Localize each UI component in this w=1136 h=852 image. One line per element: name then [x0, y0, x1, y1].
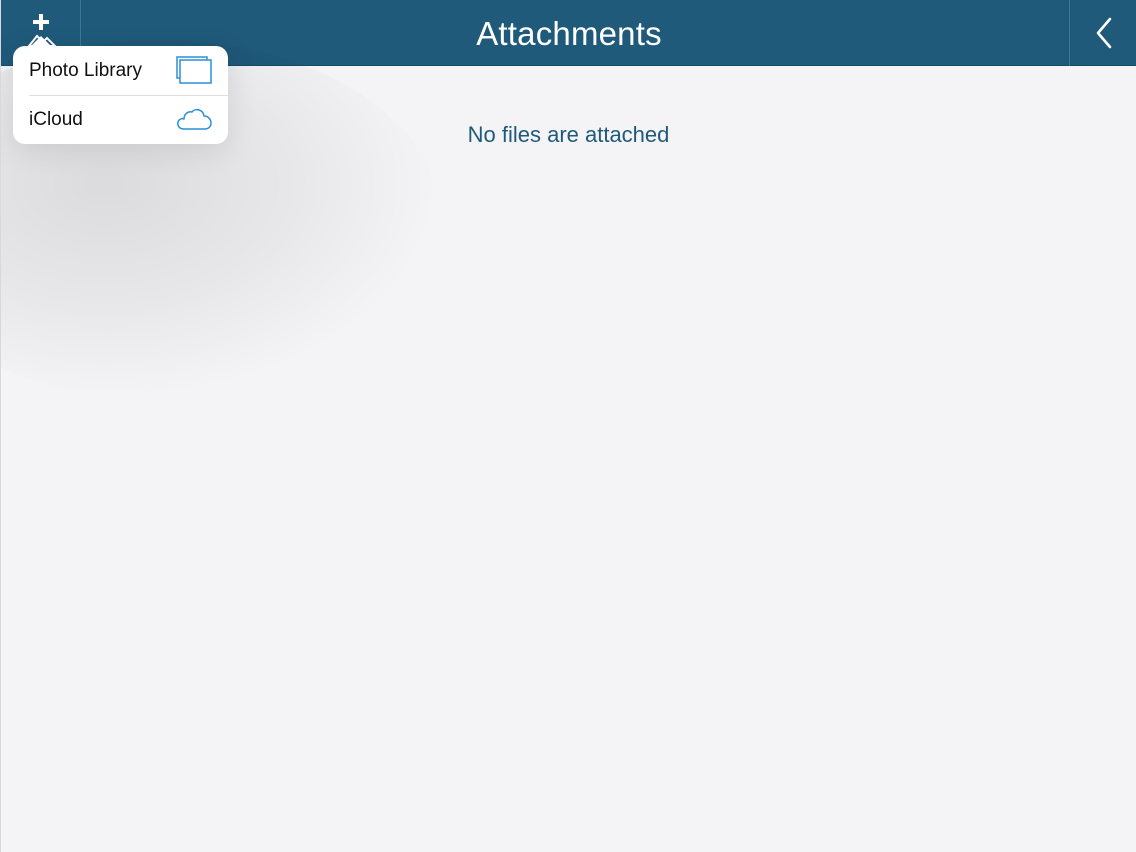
chevron-left-icon: [1096, 17, 1112, 49]
cloud-icon: [177, 108, 212, 130]
menu-item-photo-library[interactable]: Photo Library: [13, 46, 228, 95]
photo-library-icon: [176, 56, 212, 84]
attachment-source-popover: Photo Library iCloud: [13, 36, 228, 144]
menu-item-label: Photo Library: [29, 60, 143, 81]
menu-item-icloud[interactable]: iCloud: [13, 95, 228, 144]
back-button[interactable]: [1090, 16, 1118, 50]
nav-right-section: [1069, 0, 1136, 66]
menu-item-label: iCloud: [29, 109, 83, 130]
attachments-screen: Attachments No files are attached Photo …: [0, 0, 1136, 852]
